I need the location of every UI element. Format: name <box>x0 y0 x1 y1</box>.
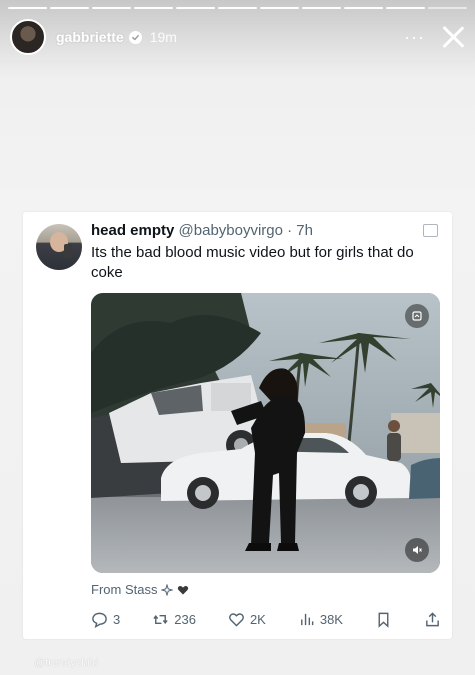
views-button[interactable]: 38K <box>298 611 343 628</box>
tweet-author-avatar[interactable] <box>36 224 82 270</box>
like-button[interactable]: 2K <box>228 611 266 628</box>
progress-segment <box>302 7 341 9</box>
progress-segment <box>92 7 131 9</box>
heart-emoji-icon <box>178 585 189 594</box>
tweet-text: Its the bad blood music video but for gi… <box>91 244 414 281</box>
tweet-header: head empty @babyboyvirgo · 7h <box>91 222 313 239</box>
tweet-video[interactable] <box>91 293 440 573</box>
progress-segment <box>218 7 257 9</box>
more-options-button[interactable]: ··· <box>404 28 425 46</box>
progress-segment <box>428 7 467 9</box>
story-header: gabbriette 19m ··· <box>10 18 465 56</box>
reply-button[interactable]: 3 <box>91 611 120 628</box>
views-count: 38K <box>319 611 343 627</box>
tweet-card[interactable]: head empty @babyboyvirgo · 7h Its the ba… <box>23 212 452 639</box>
progress-segment <box>134 7 173 9</box>
story-progress-bar <box>8 7 467 9</box>
mute-icon[interactable] <box>405 538 429 562</box>
reply-icon <box>92 612 107 628</box>
story-timestamp: 19m <box>149 29 177 45</box>
from-label: From Stass <box>91 582 158 597</box>
like-count: 2K <box>249 611 266 627</box>
media-badge-icon[interactable] <box>405 304 429 328</box>
progress-segment <box>50 7 89 9</box>
progress-segment <box>386 7 425 9</box>
from-line: From Stass <box>91 582 189 597</box>
heart-icon <box>229 612 244 627</box>
bookmark-icon <box>378 612 389 628</box>
tweet-menu-icon[interactable] <box>423 224 438 237</box>
progress-segment <box>8 7 47 9</box>
progress-segment <box>260 7 299 9</box>
sparkle-icon <box>161 583 174 596</box>
story-avatar[interactable] <box>10 19 46 55</box>
bookmark-button[interactable] <box>375 611 392 628</box>
tweet-display-name[interactable]: head empty <box>91 222 174 239</box>
share-icon <box>426 611 439 626</box>
watermark-label: @trendychild <box>34 657 99 669</box>
repost-count: 236 <box>174 611 196 627</box>
story-username[interactable]: gabbriette <box>56 29 124 45</box>
video-frame <box>91 293 440 573</box>
views-icon <box>300 613 314 625</box>
share-button[interactable] <box>424 611 441 628</box>
close-icon[interactable] <box>441 25 465 49</box>
reply-count: 3 <box>113 611 121 627</box>
verified-badge-icon <box>128 30 142 44</box>
repost-icon <box>153 614 168 624</box>
tweet-actions: 3 236 2K 38K <box>91 609 441 629</box>
tweet-handle-time[interactable]: @babyboyvirgo · 7h <box>179 222 313 239</box>
repost-button[interactable]: 236 <box>152 611 196 628</box>
progress-segment <box>176 7 215 9</box>
progress-segment <box>344 7 383 9</box>
